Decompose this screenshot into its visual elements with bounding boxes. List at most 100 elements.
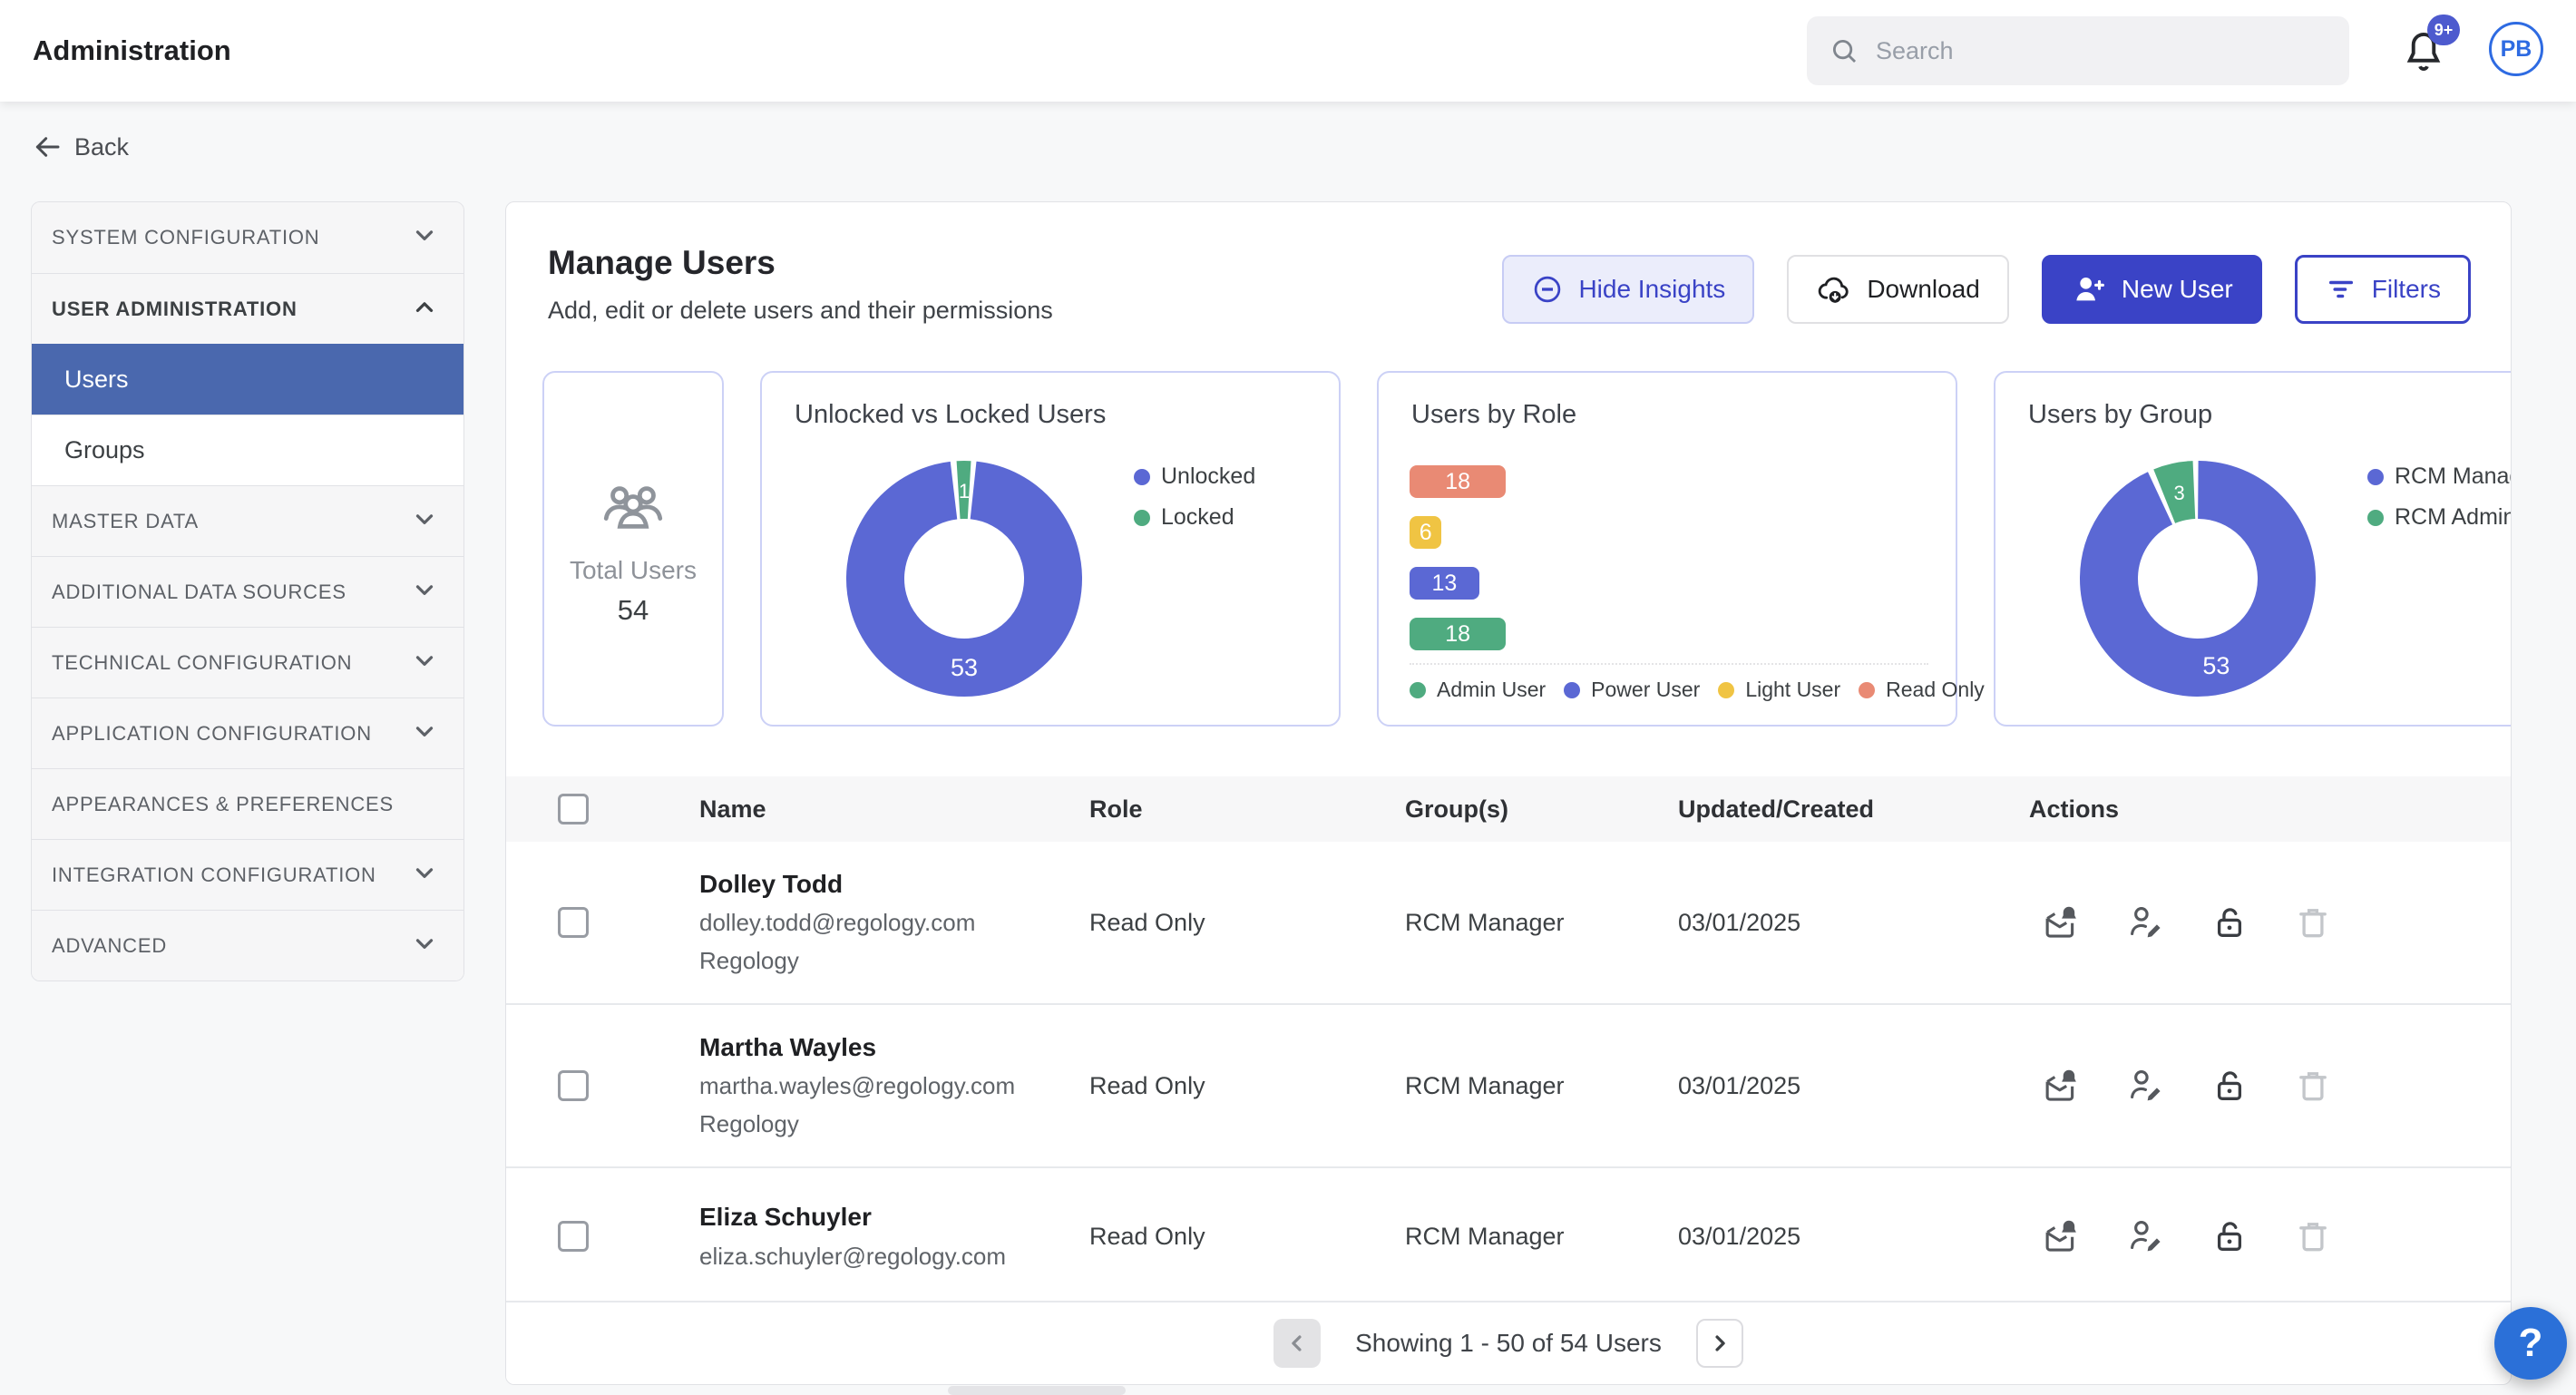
column-header-name: Name — [699, 795, 1089, 824]
user-group: RCM Manager — [1405, 909, 1678, 937]
header-actions: Hide Insights Download — [1502, 255, 2471, 324]
legend-item: Admin User — [1410, 678, 1546, 702]
legend-dot — [1410, 682, 1426, 698]
page-title: Manage Users — [548, 244, 776, 282]
sidebar-item-additional-data-sources[interactable]: ADDITIONAL DATA SOURCES — [32, 556, 463, 627]
edit-user-icon[interactable] — [2126, 1216, 2166, 1256]
legend-label: Admin User — [1437, 678, 1546, 702]
legend-item: Light User — [1718, 678, 1840, 702]
row-checkbox[interactable] — [558, 907, 589, 938]
legend-label: Read Only — [1886, 678, 1985, 702]
back-link[interactable]: Back — [33, 132, 129, 161]
manage-users-panel: Manage Users Add, edit or delete users a… — [505, 201, 2512, 1385]
edit-user-icon[interactable] — [2126, 902, 2166, 942]
sidebar-item-user-administration[interactable]: USER ADMINISTRATION — [32, 273, 463, 344]
legend-label: RCM Manag — [2395, 463, 2512, 490]
chevron-down-icon — [411, 221, 438, 254]
row-actions — [2029, 1216, 2511, 1256]
total-users-value: 54 — [618, 594, 649, 627]
legend-dot — [1859, 682, 1875, 698]
users-by-group-card: Users by Group 533 RCM Manag RCM Admin — [1994, 371, 2512, 727]
select-all-checkbox[interactable] — [558, 794, 589, 824]
sidebar-item-master-data[interactable]: MASTER DATA — [32, 485, 463, 556]
sidebar-item-technical-configuration[interactable]: TECHNICAL CONFIGURATION — [32, 627, 463, 698]
role-bar: 13 — [1410, 567, 1479, 600]
sidebar-item-label: APPEARANCES & PREFERENCES — [52, 793, 394, 816]
sidebar-item-label: INTEGRATION CONFIGURATION — [52, 863, 376, 887]
user-name: Martha Wayles — [699, 1033, 1089, 1062]
search-input[interactable] — [1874, 36, 2327, 66]
horizontal-scrollbar-thumb[interactable] — [948, 1386, 1126, 1395]
legend-label: Unlocked — [1161, 463, 1255, 490]
users-by-group-donut: 533 — [2079, 460, 2317, 698]
chevron-right-icon — [1707, 1331, 1732, 1356]
cloud-download-icon — [1816, 271, 1852, 307]
search-box[interactable] — [1807, 16, 2349, 85]
user-role: Read Only — [1089, 1223, 1405, 1251]
column-header-groups: Group(s) — [1405, 795, 1678, 824]
hide-insights-label: Hide Insights — [1578, 275, 1725, 304]
legend-label: RCM Admin — [2395, 504, 2512, 531]
people-group-icon — [599, 471, 668, 540]
sidebar-item-integration-configuration[interactable]: INTEGRATION CONFIGURATION — [32, 839, 463, 910]
next-page-button[interactable] — [1696, 1319, 1743, 1368]
unlock-icon[interactable] — [2210, 1066, 2249, 1106]
sidebar-item-system-configuration[interactable]: SYSTEM CONFIGURATION — [32, 202, 463, 273]
sidebar-item-label: ADDITIONAL DATA SOURCES — [52, 580, 346, 604]
hide-insights-button[interactable]: Hide Insights — [1502, 255, 1754, 324]
sidebar-item-appearances-preferences[interactable]: APPEARANCES & PREFERENCES — [32, 768, 463, 839]
person-add-icon — [2071, 271, 2107, 307]
legend-dot — [1134, 510, 1150, 526]
svg-text:53: 53 — [951, 654, 978, 681]
unlock-icon[interactable] — [2210, 902, 2249, 942]
table-row: Dolley Todd dolley.todd@regology.com Reg… — [506, 842, 2511, 1005]
delete-icon[interactable] — [2293, 902, 2333, 942]
notify-mail-icon[interactable] — [2043, 902, 2083, 942]
role-bar-chart: 1861318 — [1410, 465, 1930, 668]
legend-dot — [1134, 469, 1150, 485]
row-checkbox[interactable] — [558, 1221, 589, 1252]
chart-legend: RCM Manag RCM Admin — [2367, 463, 2512, 531]
filter-icon — [2325, 273, 2357, 306]
edit-user-icon[interactable] — [2126, 1066, 2166, 1106]
sidebar-item-users[interactable]: Users — [32, 344, 463, 415]
sidebar: SYSTEM CONFIGURATION USER ADMINISTRATION… — [31, 201, 464, 981]
delete-icon[interactable] — [2293, 1066, 2333, 1106]
filters-button[interactable]: Filters — [2295, 255, 2471, 324]
legend-label: Light User — [1745, 678, 1840, 702]
download-button[interactable]: Download — [1787, 255, 2009, 324]
notify-mail-icon[interactable] — [2043, 1216, 2083, 1256]
help-button[interactable]: ? — [2494, 1307, 2567, 1380]
delete-icon[interactable] — [2293, 1216, 2333, 1256]
legend-label: Power User — [1591, 678, 1700, 702]
user-updated: 03/01/2025 — [1678, 1072, 2029, 1100]
sidebar-item-application-configuration[interactable]: APPLICATION CONFIGURATION — [32, 698, 463, 768]
app-title: Administration — [33, 34, 231, 67]
sidebar-item-groups[interactable]: Groups — [32, 415, 463, 485]
svg-text:1: 1 — [959, 480, 970, 502]
legend-item: Read Only — [1859, 678, 1985, 702]
insights-row: Total Users 54 Unlocked vs Locked Users … — [542, 371, 2512, 727]
user-email: martha.wayles@regology.com — [699, 1072, 1089, 1100]
sidebar-item-label: Users — [64, 366, 129, 394]
previous-page-button[interactable] — [1273, 1319, 1321, 1368]
user-updated: 03/01/2025 — [1678, 909, 2029, 937]
pagination-label: Showing 1 - 50 of 54 Users — [1355, 1329, 1662, 1358]
notifications-button[interactable]: 9+ — [2400, 25, 2451, 82]
unlock-icon[interactable] — [2210, 1216, 2249, 1256]
new-user-button[interactable]: New User — [2042, 255, 2262, 324]
pagination: Showing 1 - 50 of 54 Users — [506, 1301, 2511, 1384]
user-name: Dolley Todd — [699, 870, 1089, 899]
user-group: RCM Manager — [1405, 1223, 1678, 1251]
chart-legend: Unlocked Locked — [1134, 463, 1255, 531]
legend-item: Locked — [1134, 504, 1255, 531]
search-icon — [1829, 35, 1859, 66]
row-checkbox[interactable] — [558, 1070, 589, 1101]
chevron-down-icon — [411, 859, 438, 892]
sidebar-item-advanced[interactable]: ADVANCED — [32, 910, 463, 980]
legend-item: Unlocked — [1134, 463, 1255, 490]
row-actions — [2029, 1066, 2511, 1106]
page-subtitle: Add, edit or delete users and their perm… — [548, 297, 1053, 325]
notify-mail-icon[interactable] — [2043, 1066, 2083, 1106]
avatar[interactable]: PB — [2489, 22, 2543, 76]
